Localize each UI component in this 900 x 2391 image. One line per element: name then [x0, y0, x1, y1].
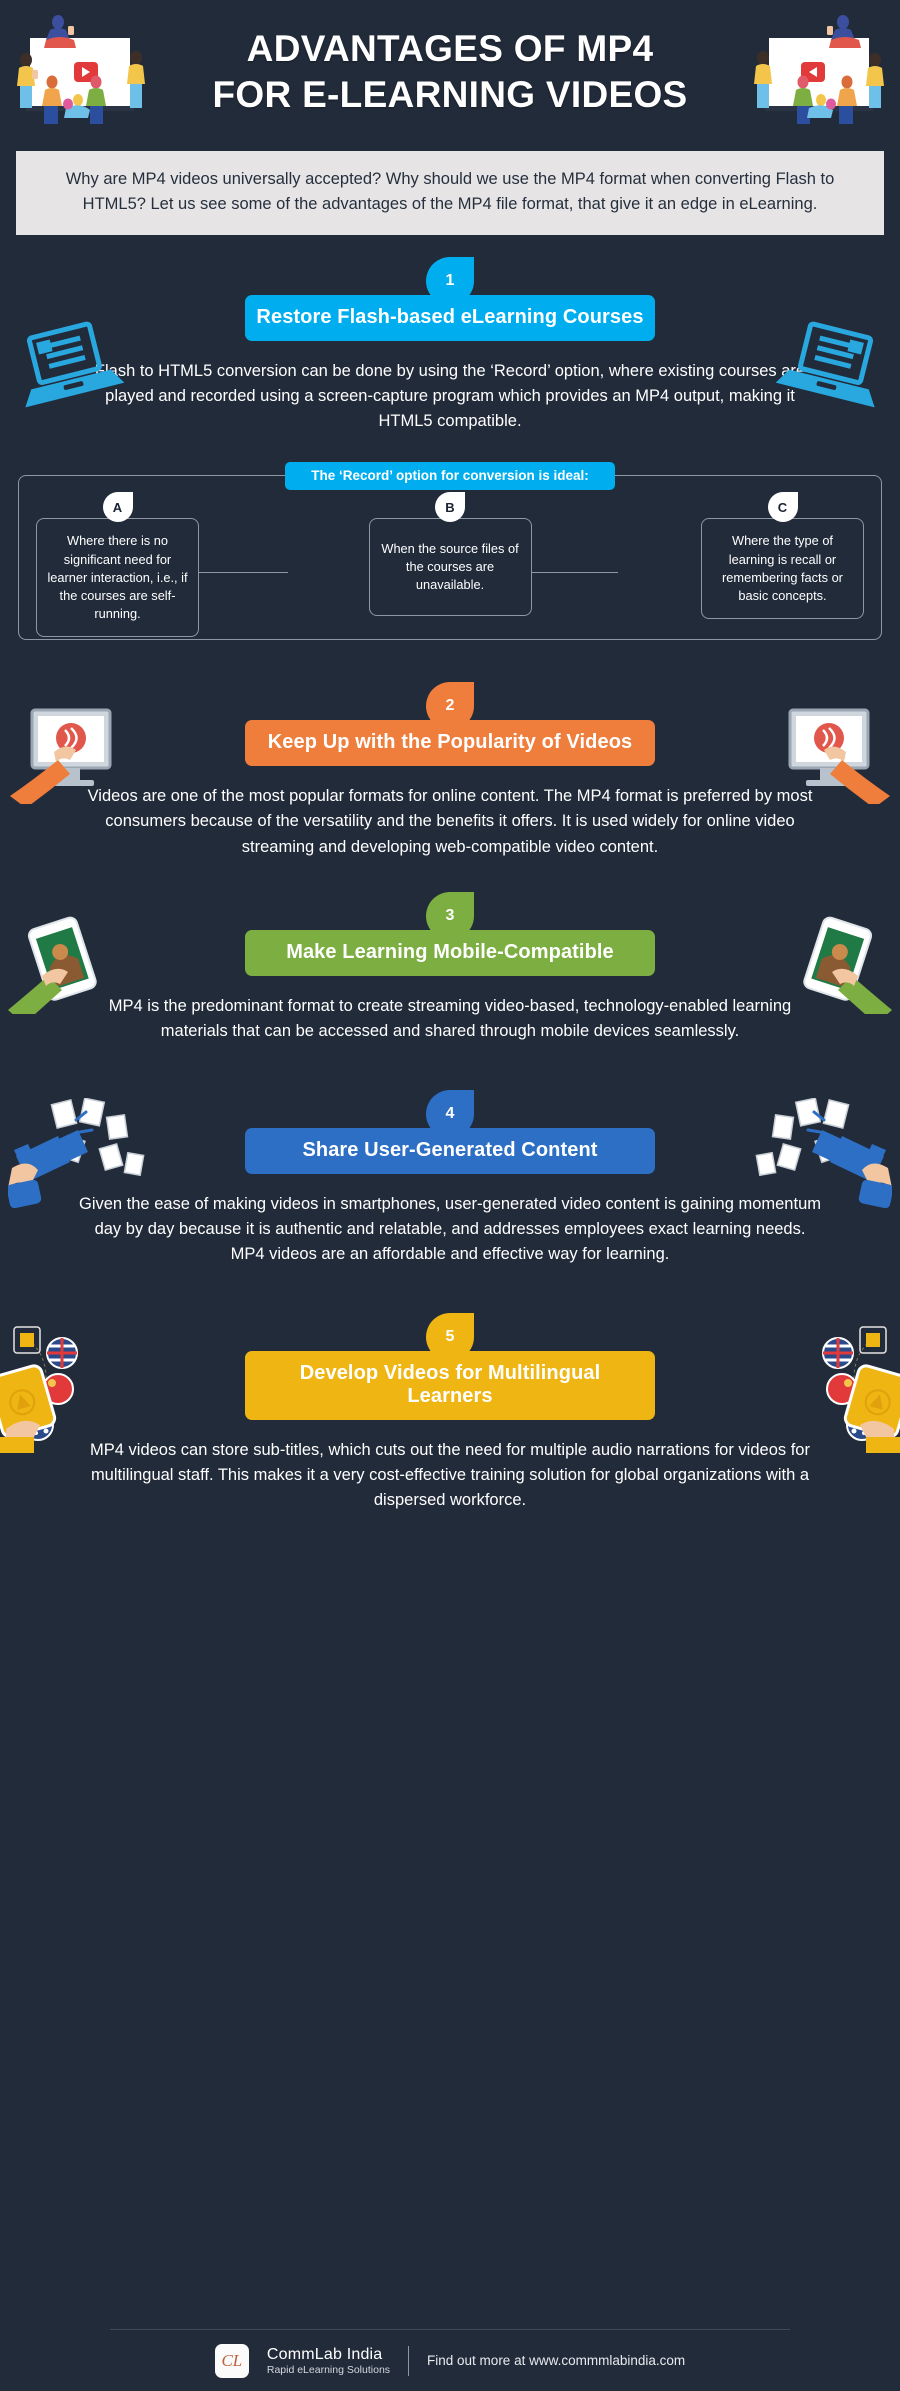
infographic-page: ADVANTAGES OF MP4 FOR E-LEARNING VIDEOS — [0, 0, 900, 2391]
section-5-badge-wrap: 5 — [0, 1313, 900, 1362]
flowchart-letter-c: C — [767, 492, 798, 523]
page-title: ADVANTAGES OF MP4 FOR E-LEARNING VIDEOS — [213, 26, 688, 116]
flowchart-card-c: Where the type of learning is recall or … — [701, 518, 864, 620]
flowchart-letter-b: B — [435, 492, 465, 523]
flowchart-card-b-wrap: B When the source files of the courses a… — [368, 492, 532, 637]
section-4: 4 Share User-Generated Content Given the… — [0, 1089, 900, 1267]
brand-tagline: Rapid eLearning Solutions — [266, 2363, 391, 2376]
section-4-badge: 4 — [426, 1089, 474, 1138]
section-1: 1 Restore Flash-based eLearning Courses … — [0, 257, 900, 648]
flowchart-header-row: The ‘Record’ option for conversion is id… — [18, 462, 882, 491]
record-option-flowchart: The ‘Record’ option for conversion is id… — [18, 462, 882, 648]
flowchart-card-c-text: Where the type of learning is recall or … — [722, 533, 843, 603]
section-3-badge-wrap: 3 — [0, 891, 900, 940]
flowchart-card-a: Where there is no significant need for l… — [36, 518, 199, 638]
section-5-title-row: Develop Videos for Multilingual Learners — [0, 1351, 900, 1421]
section-1-body: Flash to HTML5 conversion can be done by… — [94, 362, 806, 431]
flowchart-header: The ‘Record’ option for conversion is id… — [285, 462, 615, 491]
section-2: 2 Keep Up with the Popularity of Videos … — [0, 682, 900, 859]
section-1-badge-wrap: 1 — [0, 257, 900, 306]
intro-text: Why are MP4 videos universally accepted?… — [65, 170, 835, 214]
flowchart-card-b-text: When the source files of the courses are… — [381, 541, 519, 593]
section-3-body: MP4 is the predominant format to create … — [108, 996, 792, 1040]
flowchart-card-a-wrap: A Where there is no significant need for… — [36, 492, 199, 638]
page-title-line-2: FOR E-LEARNING VIDEOS — [212, 73, 688, 115]
section-5: 5 Develop Videos for Multilingual Learne… — [0, 1313, 900, 1513]
commlab-logo-icon: CL — [214, 2343, 249, 2378]
section-4-badge-wrap: 4 — [0, 1089, 900, 1138]
flowchart-card-b: When the source files of the courses are… — [368, 518, 532, 617]
page-title-line-1: ADVANTAGES OF MP4 — [246, 28, 654, 70]
flowchart-card-c-wrap: C Where the type of learning is recall o… — [701, 492, 864, 637]
intro-panel: Why are MP4 videos universally accepted?… — [16, 151, 884, 236]
section-2-badge: 2 — [426, 682, 474, 731]
section-2-badge-wrap: 2 — [0, 682, 900, 731]
brand-block: CommLab India Rapid eLearning Solutions — [267, 2346, 390, 2376]
flowchart-card-a-text: Where there is no significant need for l… — [47, 533, 188, 622]
brand-name: CommLab India — [266, 2345, 383, 2363]
section-5-badge: 5 — [426, 1313, 474, 1362]
header-illustration-right — [747, 8, 892, 138]
footer-url[interactable]: Find out more at www.commmlabindia.com — [427, 2353, 685, 2368]
flowchart-letter-a: A — [102, 492, 133, 523]
footer-divider — [408, 2345, 410, 2376]
header-illustration-left — [8, 8, 153, 138]
header: ADVANTAGES OF MP4 FOR E-LEARNING VIDEOS — [0, 0, 900, 143]
section-3: 3 Make Learning Mobile-Compatible MP4 is… — [0, 891, 900, 1044]
section-1-badge: 1 — [426, 257, 474, 306]
flowchart-cards: A Where there is no significant need for… — [36, 492, 864, 638]
footer: CL CommLab India Rapid eLearning Solutio… — [110, 2329, 790, 2391]
section-5-title: Develop Videos for Multilingual Learners — [245, 1351, 655, 1421]
section-3-badge: 3 — [426, 891, 474, 940]
